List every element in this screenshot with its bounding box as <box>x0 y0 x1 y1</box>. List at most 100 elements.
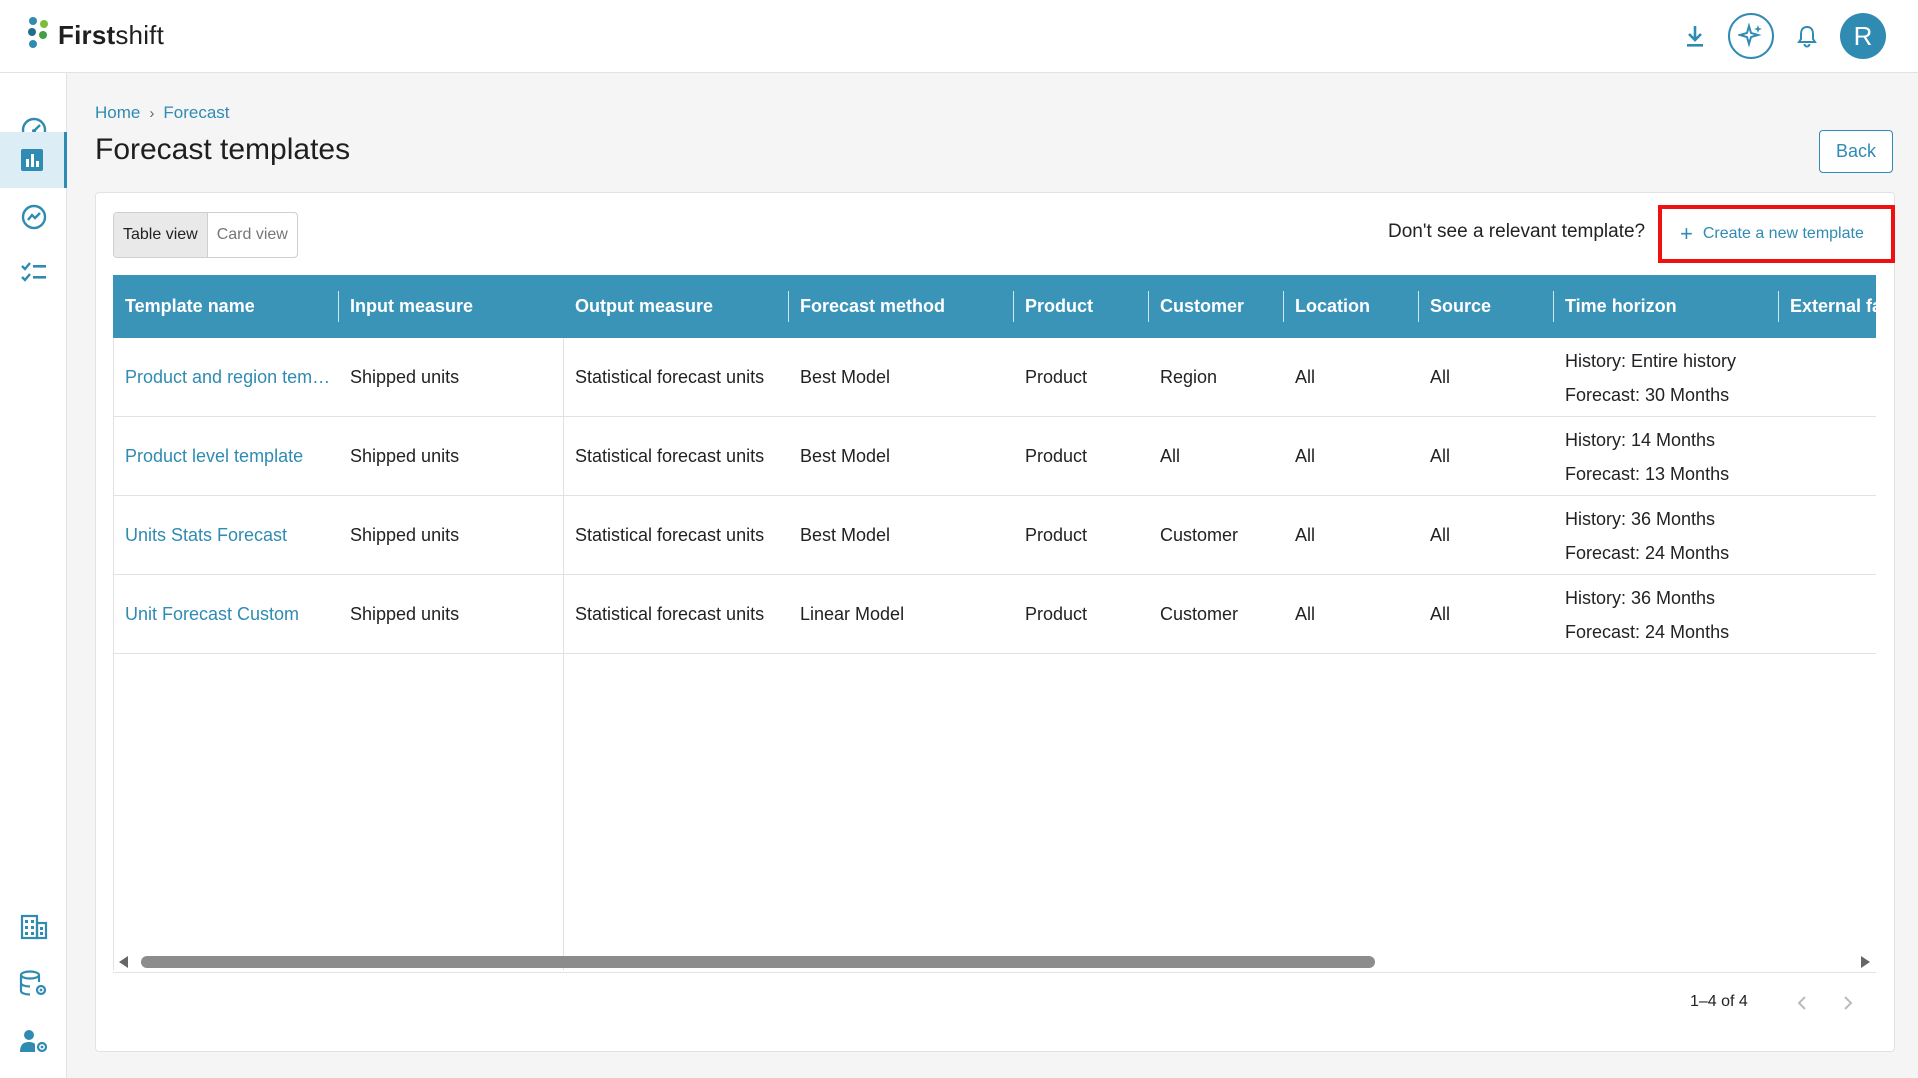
output-measure-cell: Statistical forecast units <box>575 604 765 624</box>
table-view-button[interactable]: Table view <box>114 213 208 257</box>
sparkle-ai-icon[interactable] <box>1728 13 1774 59</box>
table-row[interactable]: Product and region tem… Shipped units St… <box>113 338 1876 417</box>
history-text: History: Entire history <box>1565 350 1737 371</box>
forecast-method-cell: Best Model <box>800 525 891 545</box>
input-measure-cell: Shipped units <box>350 367 460 387</box>
view-toggle: Table view Card view <box>113 212 298 258</box>
scroll-left-arrow-icon[interactable] <box>119 956 128 968</box>
customer-cell: All <box>1160 446 1181 466</box>
scrollbar-thumb[interactable] <box>141 956 1375 968</box>
table-footer: 1–4 of 4 <box>113 972 1876 1034</box>
product-cell: Product <box>1025 525 1088 545</box>
column-header-time-horizon[interactable]: Time horizon <box>1565 275 1677 338</box>
forecast-method-cell: Linear Model <box>800 604 905 624</box>
history-text: History: 14 Months <box>1565 429 1716 450</box>
time-horizon-cell: History: Entire history Forecast: 30 Mon… <box>1565 338 1736 417</box>
sidebar-item-organization[interactable] <box>0 899 67 955</box>
user-avatar[interactable]: R <box>1840 13 1886 59</box>
missing-template-prompt: Don't see a relevant template? <box>1388 221 1646 242</box>
column-header-external-factors[interactable]: External fa <box>1790 275 1876 338</box>
product-cell: Product <box>1025 446 1088 466</box>
customer-cell: Customer <box>1160 525 1239 545</box>
column-header-product[interactable]: Product <box>1025 275 1093 338</box>
history-text: History: 36 Months <box>1565 587 1716 608</box>
history-text: History: 36 Months <box>1565 508 1716 529</box>
breadcrumb: Home › Forecast <box>95 103 230 123</box>
table-left-border <box>113 338 114 970</box>
previous-page-button[interactable] <box>1790 991 1814 1015</box>
input-measure-cell: Shipped units <box>350 525 460 545</box>
input-measure-cell: Shipped units <box>350 446 460 466</box>
template-name-link[interactable]: Product level template <box>125 417 303 496</box>
product-cell: Product <box>1025 604 1088 624</box>
logo-mark-icon <box>28 17 48 48</box>
building-icon <box>20 914 47 940</box>
firstshift-logo[interactable]: Firstshift <box>26 17 164 53</box>
template-name-link[interactable]: Unit Forecast Custom <box>125 575 299 654</box>
output-measure-cell: Statistical forecast units <box>575 525 765 545</box>
bar-chart-icon <box>21 149 43 171</box>
column-header-output-measure[interactable]: Output measure <box>575 275 713 338</box>
product-cell: Product <box>1025 367 1088 387</box>
card-view-button[interactable]: Card view <box>208 213 297 257</box>
chevron-left-icon <box>1797 996 1806 1010</box>
breadcrumb-home-link[interactable]: Home <box>95 103 140 123</box>
time-horizon-cell: History: 36 Months Forecast: 24 Months <box>1565 575 1729 654</box>
sidebar-item-tasks[interactable] <box>0 245 67 301</box>
forecast-text: Forecast: 13 Months <box>1565 463 1730 484</box>
breadcrumb-separator: › <box>149 104 155 122</box>
column-header-template-name[interactable]: Template name <box>125 275 255 338</box>
column-header-input-measure[interactable]: Input measure <box>350 275 473 338</box>
checklist-icon <box>20 262 46 282</box>
plus-icon: + <box>1680 221 1693 246</box>
back-button[interactable]: Back <box>1819 130 1893 173</box>
source-cell: All <box>1430 604 1451 624</box>
user-settings-icon <box>19 1030 47 1053</box>
column-header-forecast-method[interactable]: Forecast method <box>800 275 945 338</box>
source-cell: All <box>1430 525 1451 545</box>
sidebar-item-forecast[interactable] <box>0 132 67 188</box>
next-page-button[interactable] <box>1836 991 1860 1015</box>
column-header-customer[interactable]: Customer <box>1160 275 1244 338</box>
download-icon[interactable] <box>1672 13 1718 59</box>
output-measure-cell: Statistical forecast units <box>575 446 765 466</box>
table-row[interactable]: Units Stats Forecast Shipped units Stati… <box>113 496 1876 575</box>
location-cell: All <box>1295 604 1316 624</box>
breadcrumb-forecast-link[interactable]: Forecast <box>163 103 229 123</box>
top-bar: Firstshift R <box>0 0 1918 73</box>
time-horizon-cell: History: 36 Months Forecast: 24 Months <box>1565 496 1729 575</box>
page-title: Forecast templates <box>95 133 351 166</box>
scroll-right-arrow-icon[interactable] <box>1861 956 1870 968</box>
sidebar-item-user-settings[interactable] <box>0 1013 67 1069</box>
sidebar-item-data-settings[interactable] <box>0 956 67 1012</box>
customer-cell: Customer <box>1160 604 1239 624</box>
column-header-location[interactable]: Location <box>1295 275 1370 338</box>
forecast-text: Forecast: 24 Months <box>1565 542 1730 563</box>
template-name-link[interactable]: Product and region tem… <box>125 338 330 417</box>
horizontal-scrollbar[interactable] <box>113 952 1876 972</box>
templates-table: Template name Input measure Output measu… <box>113 275 1876 970</box>
table-header: Template name Input measure Output measu… <box>113 275 1876 338</box>
time-horizon-cell: History: 14 Months Forecast: 13 Months <box>1565 417 1729 496</box>
source-cell: All <box>1430 446 1451 466</box>
forecast-text: Forecast: 24 Months <box>1565 621 1730 642</box>
frozen-column-divider <box>563 338 564 970</box>
customer-cell: Region <box>1160 367 1218 387</box>
location-cell: All <box>1295 446 1316 466</box>
forecast-method-cell: Best Model <box>800 367 891 387</box>
forecast-method-cell: Best Model <box>800 446 891 466</box>
column-header-source[interactable]: Source <box>1430 275 1491 338</box>
source-cell: All <box>1430 367 1451 387</box>
forecast-text: Forecast: 30 Months <box>1565 384 1730 405</box>
template-name-link[interactable]: Units Stats Forecast <box>125 496 287 575</box>
create-template-button[interactable]: + Create a new template <box>1658 205 1895 263</box>
bell-icon[interactable] <box>1784 13 1830 59</box>
location-cell: All <box>1295 525 1316 545</box>
chevron-right-icon <box>1844 996 1853 1010</box>
table-row[interactable]: Unit Forecast Custom Shipped units Stati… <box>113 575 1876 654</box>
output-measure-cell: Statistical forecast units <box>575 367 765 387</box>
database-settings-icon <box>19 970 46 996</box>
sidebar-item-analytics[interactable] <box>0 189 67 245</box>
table-row[interactable]: Product level template Shipped units Sta… <box>113 417 1876 496</box>
pagination-range: 1–4 of 4 <box>1690 993 1748 1010</box>
